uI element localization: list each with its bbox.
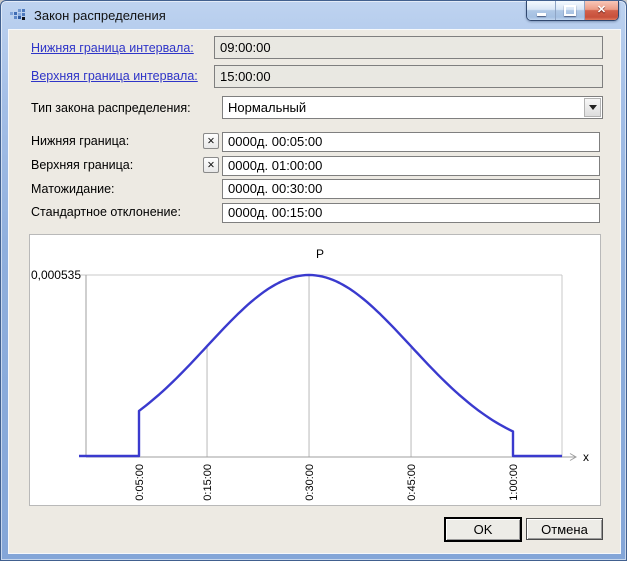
combobox-dropdown-button[interactable] [584,98,601,117]
distribution-law-dialog: Закон распределения ✕ Нижняя граница инт… [0,0,627,561]
upper-bound-clear-button[interactable]: ✕ [203,157,219,173]
minimize-icon [537,13,546,16]
interval-upper-link[interactable]: Верхняя граница интервала: [31,69,198,83]
minimize-button[interactable] [527,1,556,20]
window-title: Закон распределения [34,8,166,23]
stddev-label: Стандартное отклонение: [31,205,181,219]
close-button[interactable]: ✕ [585,1,618,20]
mean-field[interactable]: 0000д. 00:30:00 [222,179,600,199]
interval-upper-field[interactable]: 15:00:00 [214,65,603,88]
law-type-label: Тип закона распределения: [31,101,191,115]
ok-button[interactable]: OK [444,517,522,542]
x-tick-label: 1:00:00 [508,464,520,501]
interval-lower-field[interactable]: 09:00:00 [214,36,603,59]
law-type-value: Нормальный [223,100,584,115]
x-tick-label: 0:05:00 [134,464,146,501]
chevron-down-icon [589,105,597,110]
lower-bound-clear-button[interactable]: ✕ [203,133,219,149]
cancel-button[interactable]: Отмена [526,518,603,540]
maximize-button[interactable] [556,1,585,20]
window-controls: ✕ [526,1,619,21]
distribution-chart-panel: P 0,000535 x 0:05:00 0:15:00 0:30:00 0:45:00 1:… [29,234,601,506]
x-axis-label: x [583,450,589,464]
distribution-curve [79,275,562,456]
clear-x-icon: ✕ [207,136,215,147]
interval-lower-link[interactable]: Нижняя граница интервала: [31,41,194,55]
lower-bound-label: Нижняя граница: [31,134,129,148]
x-tick-label: 0:30:00 [304,464,316,501]
chart-title: P [316,247,324,261]
x-tick-label: 0:45:00 [406,464,418,501]
lower-bound-field[interactable]: 0000д. 00:05:00 [222,132,600,152]
app-icon [10,8,27,22]
distribution-chart-svg: P 0,000535 x 0:05:00 0:15:00 0:30:00 0:45:00 1:… [30,235,600,505]
close-icon: ✕ [597,5,606,16]
title-bar[interactable]: Закон распределения ✕ [1,1,626,29]
law-type-combobox[interactable]: Нормальный [222,96,603,119]
upper-bound-label: Верхняя граница: [31,158,133,172]
y-axis-tick-label: 0,000535 [31,268,81,282]
stddev-field[interactable]: 0000д. 00:15:00 [222,203,600,223]
maximize-icon [564,5,576,16]
mean-label: Матожидание: [31,182,115,196]
upper-bound-field[interactable]: 0000д. 01:00:00 [222,156,600,176]
clear-x-icon: ✕ [207,160,215,171]
x-tick-label: 0:15:00 [202,464,214,501]
